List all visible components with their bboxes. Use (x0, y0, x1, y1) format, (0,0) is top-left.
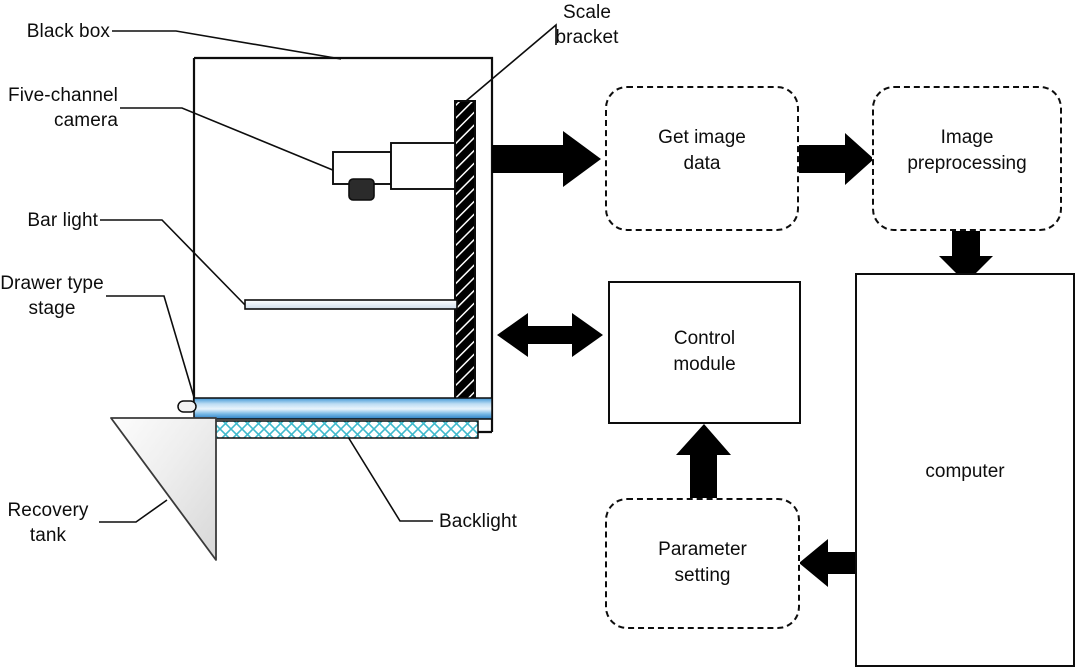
five-channel-camera-shape (332, 142, 456, 201)
flow-node-computer-label: computer (925, 461, 1005, 482)
arrow-computer-to-parameter (799, 539, 856, 587)
recovery-tank-shape (110, 417, 217, 561)
black-box-enclosure (192, 56, 494, 434)
arrow-blackbox-to-controlmodule (497, 313, 603, 357)
leader-recovery-tank (99, 499, 168, 523)
leader-five-channel-camera (120, 107, 341, 174)
label-recovery-tank: Recovery tank (7, 500, 89, 546)
label-five-channel-camera: Five-channel camera (8, 85, 118, 131)
leader-black-box (112, 30, 342, 60)
backlight-shape (212, 420, 479, 439)
drawer-type-stage-shape (177, 397, 493, 420)
flow-node-parameter-setting-label: Parameter setting (658, 539, 747, 586)
arrow-getimage-to-preprocessing (798, 133, 874, 185)
bar-light-shape (244, 299, 458, 310)
leader-bar-light (100, 219, 247, 307)
flow-node-control-module-label: Control module (673, 328, 736, 375)
label-drawer-type-stage: Drawer type stage (0, 273, 104, 319)
leader-backlight (344, 431, 433, 522)
label-backlight: Backlight (439, 511, 517, 532)
arrow-blackbox-to-getimage (492, 131, 601, 187)
leader-drawer-type-stage (106, 295, 197, 405)
diagram-canvas: Get image data Image preprocessing Contr… (0, 0, 1080, 670)
label-bar-light: Bar light (27, 210, 98, 231)
flow-node-get-image-data-label: Get image data (658, 127, 746, 174)
label-black-box: Black box (26, 21, 110, 42)
flow-node-image-preprocessing-label: Image preprocessing (907, 127, 1027, 174)
label-scale-bracket: Scale bracket (555, 2, 619, 48)
arrow-parameter-to-controlmodule (676, 424, 731, 500)
scale-bracket-shape (454, 100, 476, 407)
